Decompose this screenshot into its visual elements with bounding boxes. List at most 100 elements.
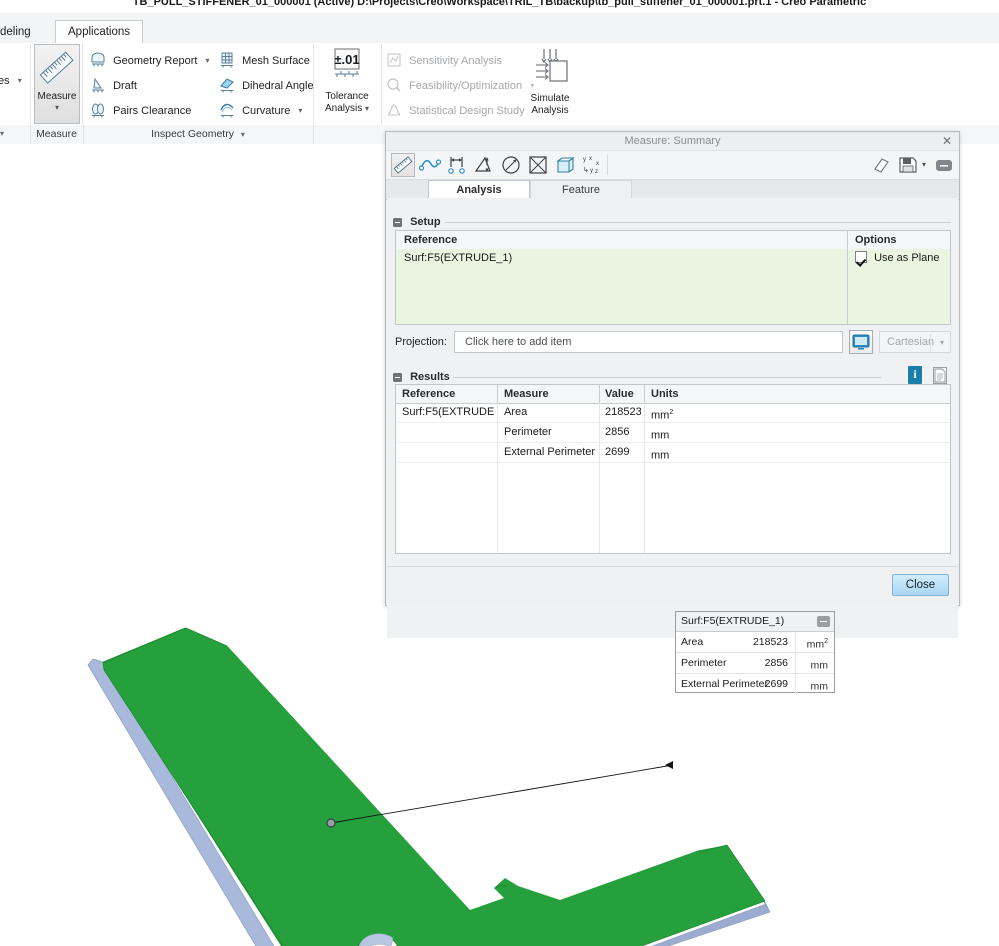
measure-button[interactable]: Measure ▾ [34, 44, 80, 124]
dialog-title-bar[interactable]: Measure: Summary ✕ [386, 132, 959, 151]
results-section-rule [453, 377, 881, 378]
results-cell-value: 218523 [605, 406, 641, 418]
svg-text:x: x [596, 161, 599, 167]
save-icon[interactable]: ▾ [896, 153, 928, 177]
results-table-header: Reference Measure Value Units [396, 385, 950, 404]
collapse-icon[interactable] [932, 153, 956, 177]
ribbon-overflow-group[interactable]: es ▾ [0, 69, 22, 93]
callout-row-value: 218523 [752, 636, 788, 648]
callout-row-units-text: mm [806, 638, 825, 651]
statistical-design-study-icon [385, 101, 403, 119]
results-table[interactable]: Reference Measure Value Units Surf:F5(EX… [395, 384, 951, 554]
measure-summary-dialog[interactable]: Measure: Summary ✕ y x ↳ y z x ▾ Analysi… [385, 131, 960, 638]
measure-distance-icon[interactable] [445, 153, 469, 177]
setup-row[interactable]: Surf:F5(EXTRUDE_1) Use as Plane [396, 249, 950, 268]
collapse-toggle-icon[interactable] [393, 217, 402, 227]
tab-analysis[interactable]: Analysis [428, 180, 530, 199]
pairs-clearance-item[interactable]: Pairs Clearance [89, 99, 191, 123]
sensitivity-analysis-item[interactable]: Sensitivity Analysis [385, 49, 502, 73]
setup-row-option[interactable]: Use as Plane [855, 249, 940, 268]
sensitivity-analysis-icon [385, 51, 403, 69]
draft-label: Draft [113, 80, 137, 93]
pairs-clearance-icon [89, 101, 107, 119]
projection-input[interactable]: Click here to add item [454, 331, 843, 353]
results-cell-reference [402, 423, 495, 442]
table-row[interactable]: External Perimeter 2699 mm [396, 443, 950, 463]
mesh-surface-item[interactable]: Mesh Surface [218, 49, 310, 73]
measure-transform-icon[interactable]: y x ↳ y z x [580, 153, 604, 177]
close-button[interactable]: Close [892, 574, 949, 596]
use-as-plane-checkbox[interactable] [855, 251, 867, 264]
ribbon-tab-modeling[interactable]: Modeling [0, 21, 43, 43]
measure-summary-icon[interactable] [391, 153, 415, 177]
group-label-inspect-geometry[interactable]: Inspect Geometry ▾ [83, 125, 313, 144]
callout-row-name: External Perimeter [681, 678, 768, 690]
ribbon-body: es ▾ Measure ▾ Geometry Report ▾ Draft P… [0, 43, 999, 126]
group-divider-3 [313, 125, 314, 144]
measure-diameter-icon[interactable] [499, 153, 523, 177]
callout-row-divider [795, 653, 796, 673]
svg-text:x: x [589, 156, 592, 162]
results-cell-reference: Surf:F5(EXTRUDE... [402, 406, 495, 418]
results-cell-units-exp: 2 [669, 409, 674, 416]
results-cell-reference [402, 443, 495, 462]
setup-table[interactable]: Reference Options Surf:F5(EXTRUDE_1) Use… [395, 230, 951, 325]
tab-analysis-label: Analysis [456, 184, 502, 196]
info-icon[interactable] [908, 366, 922, 384]
dialog-tab-strip: Analysis Feature [386, 180, 959, 200]
callout-header[interactable]: Surf:F5(EXTRUDE_1) [676, 612, 834, 632]
projection-reference-button[interactable] [849, 330, 873, 354]
curvature-item[interactable]: Curvature ▾ [218, 99, 302, 123]
measure-button-label: Measure [37, 91, 77, 102]
collapse-toggle-icon[interactable] [393, 372, 402, 382]
setup-section-label: Setup [410, 216, 441, 228]
measure-area-icon[interactable] [526, 153, 550, 177]
report-document-icon[interactable] [933, 367, 947, 384]
svg-text:y: y [590, 168, 593, 174]
measurement-callout[interactable]: Surf:F5(EXTRUDE_1) Area 218523 mm2 Perim… [675, 611, 835, 694]
simulate-analysis-button[interactable]: Simulate Analysis [519, 44, 581, 124]
close-icon[interactable]: ✕ [942, 132, 952, 150]
setup-section-rule [445, 222, 951, 223]
results-cell-units-text: mm [651, 429, 670, 442]
measure-length-icon[interactable] [418, 153, 442, 177]
curvature-label: Curvature [242, 105, 291, 118]
statistical-design-study-item[interactable]: Statistical Design Study [385, 99, 525, 123]
geometry-report-item[interactable]: Geometry Report ▾ [89, 49, 210, 73]
setup-section-header[interactable]: Setup [393, 215, 441, 229]
measure-angle-icon[interactable] [472, 153, 496, 177]
results-cell-units-text: mm [651, 449, 670, 462]
results-cell-measure: Perimeter [504, 426, 552, 438]
tolerance-analysis-label-1: Tolerance [325, 91, 369, 102]
table-row[interactable]: Surf:F5(EXTRUDE... Area 218523 mm2 [396, 403, 950, 423]
coordinate-system-combo[interactable]: Cartesian ▾ [879, 331, 951, 353]
feasibility-optimization-item[interactable]: Feasibility/Optimization ▾ [385, 74, 534, 98]
minimize-icon[interactable] [817, 616, 830, 627]
ribbon-divider-3 [313, 44, 314, 124]
callout-row-name: Perimeter [681, 657, 727, 669]
svg-text:±.01: ±.01 [334, 52, 359, 67]
tab-feature[interactable]: Feature [530, 180, 632, 199]
table-row[interactable]: Perimeter 2856 mm [396, 423, 950, 443]
chevron-down-icon: ▾ [205, 56, 210, 66]
ribbon-divider-1 [30, 44, 31, 124]
ribbon-footer-overflow[interactable]: ▾ [0, 122, 4, 146]
toolbar-divider [607, 155, 608, 175]
results-section-header[interactable]: Results [393, 370, 450, 384]
chevron-down-icon: ▾ [939, 338, 944, 347]
draft-item[interactable]: Draft [89, 74, 137, 98]
draft-icon [89, 76, 107, 94]
callout-row-divider [795, 632, 796, 652]
measure-volume-icon[interactable] [553, 153, 577, 177]
tolerance-analysis-button[interactable]: ±.01 Tolerance Analysis ▾ [316, 44, 378, 124]
setup-col-divider [847, 231, 848, 249]
dialog-footer: Close [387, 566, 958, 604]
clear-icon[interactable] [869, 153, 893, 177]
results-cell-units: mm [651, 443, 669, 462]
ribbon-tab-applications[interactable]: Applications [55, 20, 144, 44]
dihedral-angle-item[interactable]: Dihedral Angle [218, 74, 314, 98]
geometry-report-icon [89, 51, 107, 69]
dialog-title: Measure: Summary [624, 135, 721, 147]
callout-row: Area 218523 mm2 [676, 632, 834, 653]
results-col-value: Value [605, 388, 634, 400]
